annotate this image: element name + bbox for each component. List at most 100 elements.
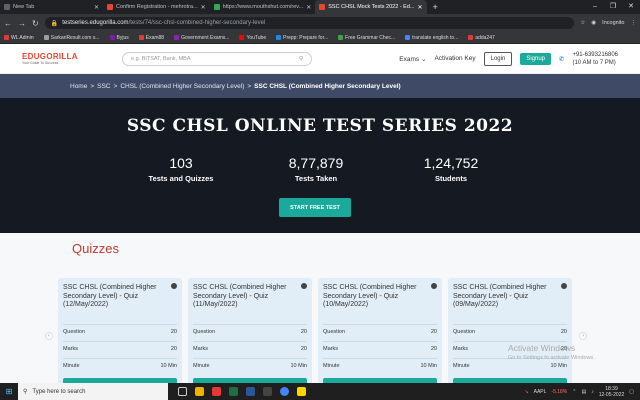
task-view-icon[interactable]: [178, 387, 187, 396]
bookmark-icon: [43, 35, 49, 40]
back-icon[interactable]: ←: [4, 19, 12, 28]
address-bar: ← → ↻ 🔒 testseries.edugorilla.com/tests/…: [0, 14, 640, 32]
bookmark-icon: [109, 35, 115, 40]
tray-chevron-icon[interactable]: ⌃: [572, 389, 576, 395]
forward-icon[interactable]: →: [18, 19, 26, 28]
close-icon[interactable]: ✕: [417, 4, 422, 11]
profile-area: ☆ ◉ Incognito ⋮: [580, 20, 636, 26]
page-title: SSC CHSL ONLINE TEST SERIES 2022: [126, 116, 514, 136]
bookmark[interactable]: translate english to...: [405, 35, 458, 41]
chevron-down-icon: ⌄: [420, 55, 427, 63]
logo[interactable]: EDUGORILLA Your Guide To Success: [22, 52, 92, 65]
sticky-notes-icon[interactable]: [297, 387, 306, 396]
bookmark[interactable]: adda247: [468, 35, 495, 41]
exams-dropdown[interactable]: Exams ⌄: [399, 55, 426, 63]
stat-tests: 103 Tests and Quizzes: [148, 155, 214, 183]
info-icon[interactable]: [561, 283, 567, 289]
bookmark[interactable]: SarkariResult.com s...: [43, 35, 100, 41]
browser-tab[interactable]: https://www.mouthshut.com/rev... ✕: [210, 0, 316, 14]
row-question: Question 20: [453, 324, 567, 335]
login-button[interactable]: Login: [483, 51, 513, 66]
bookmark[interactable]: Government Exams...: [174, 35, 229, 41]
bookmark-icon: [174, 35, 180, 40]
close-icon[interactable]: ✕: [201, 4, 206, 11]
menu-icon[interactable]: ⋮: [631, 20, 637, 26]
stock-down-icon: ↘: [524, 388, 529, 395]
bookmark[interactable]: Free Grammar Chec...: [338, 35, 395, 41]
quiz-card[interactable]: SSC CHSL (Combined Higher Secondary Leve…: [448, 278, 572, 388]
bookmark-icon: [338, 35, 344, 40]
phone-icon: ✆: [559, 55, 565, 63]
quiz-card[interactable]: SSC CHSL (Combined Higher Secondary Leve…: [58, 278, 182, 388]
notification-icon[interactable]: ▢: [629, 389, 634, 395]
activation-key-link[interactable]: Activation Key: [434, 55, 475, 62]
breadcrumb-current: SSC CHSL (Combined Higher Secondary Leve…: [254, 82, 401, 90]
row-question: Question 20: [193, 324, 307, 335]
url-field[interactable]: 🔒 testseries.edugorilla.com/tests/74/ssc…: [44, 17, 575, 29]
volume-icon[interactable]: ♪: [591, 389, 594, 395]
tab-favicon-icon: [107, 4, 113, 10]
taskbar: ⊞ ⚲ Type here to search ↘ AAPL -5.18% ⌃ …: [0, 383, 640, 400]
taskbar-search-input[interactable]: ⚲ Type here to search: [18, 383, 168, 400]
system-tray: ↘ AAPL -5.18% ⌃ ▤ ♪ 18:39 12-05-2022 ▢: [524, 385, 634, 398]
browser-tab-bar: New Tab ✕ Confirm Registration - mehrotra…: [0, 0, 640, 14]
close-window-button[interactable]: ✕: [622, 0, 640, 14]
breadcrumb-chsl[interactable]: CHSL (Combined Higher Secondary Level): [120, 83, 244, 90]
section-title: Quizzes: [72, 241, 119, 256]
bookmark[interactable]: Exam88: [138, 35, 164, 41]
breadcrumb-home[interactable]: Home: [70, 83, 87, 90]
bookmark[interactable]: Byjus: [109, 35, 129, 41]
breadcrumb-ssc[interactable]: SSC: [97, 83, 110, 90]
youtube-icon: [239, 35, 245, 40]
quiz-card[interactable]: SSC CHSL (Combined Higher Secondary Leve…: [318, 278, 442, 388]
word-icon[interactable]: [246, 387, 255, 396]
window-controls: – ❐ ✕: [586, 0, 640, 14]
taskbar-clock[interactable]: 18:39 12-05-2022: [599, 386, 625, 398]
minimize-button[interactable]: –: [586, 0, 604, 14]
app-icon[interactable]: [263, 387, 272, 396]
bookmark-icon: [276, 35, 282, 40]
file-explorer-icon[interactable]: [195, 387, 204, 396]
bookmark-icon: [4, 35, 9, 40]
close-icon[interactable]: ✕: [306, 4, 311, 11]
reload-icon[interactable]: ↻: [32, 19, 39, 28]
new-tab-button[interactable]: +: [427, 0, 444, 14]
bookmark[interactable]: WL Admin: [4, 35, 34, 41]
incognito-icon[interactable]: ◉: [591, 20, 596, 26]
excel-icon[interactable]: [229, 387, 238, 396]
signup-button[interactable]: Signup: [520, 52, 551, 65]
info-icon[interactable]: [301, 283, 307, 289]
info-icon[interactable]: [171, 283, 177, 289]
maximize-button[interactable]: ❐: [604, 0, 622, 14]
site-header: EDUGORILLA Your Guide To Success e.g. BI…: [0, 44, 640, 74]
row-question: Question 20: [323, 324, 437, 335]
bookmark[interactable]: Prepp: Prepare for...: [276, 35, 328, 41]
info-icon[interactable]: [431, 283, 437, 289]
tab-favicon-icon: [4, 4, 10, 10]
carousel-prev-button[interactable]: ‹: [45, 332, 53, 340]
chrome-icon[interactable]: [280, 387, 289, 396]
network-icon[interactable]: ▤: [581, 389, 586, 395]
hero-banner: SSC CHSL ONLINE TEST SERIES 2022 103 Tes…: [0, 98, 640, 233]
row-minute: Minute 10 Min: [323, 358, 437, 369]
bookmark-icon: [468, 35, 474, 40]
bookmark-icon: [138, 35, 144, 40]
search-icon[interactable]: ⚲: [299, 56, 303, 62]
browser-tab-active[interactable]: SSC CHSL Mock Tests 2022 - Ed... ✕: [315, 0, 427, 14]
media-player-icon[interactable]: [212, 387, 221, 396]
bookmark[interactable]: YouTube: [239, 35, 266, 41]
stat-students: 1,24,752 Students: [423, 155, 479, 183]
close-icon[interactable]: ✕: [94, 4, 99, 11]
profile-label: Incognito: [602, 20, 625, 26]
browser-tab[interactable]: Confirm Registration - mehrotra... ✕: [103, 0, 210, 14]
browser-tab[interactable]: New Tab ✕: [0, 0, 103, 14]
taskbar-apps: [178, 387, 306, 396]
tab-favicon-icon: [213, 4, 220, 10]
start-free-test-button[interactable]: START FREE TEST: [279, 198, 351, 217]
star-icon[interactable]: ☆: [580, 20, 585, 26]
quiz-card[interactable]: SSC CHSL (Combined Higher Secondary Leve…: [188, 278, 312, 388]
search-input[interactable]: e.g. BITSAT, Bank, MBA ⚲: [122, 51, 312, 66]
carousel-next-button[interactable]: ›: [579, 332, 587, 340]
windows-start-icon[interactable]: ⊞: [0, 387, 18, 396]
row-marks: Marks 20: [323, 341, 437, 352]
